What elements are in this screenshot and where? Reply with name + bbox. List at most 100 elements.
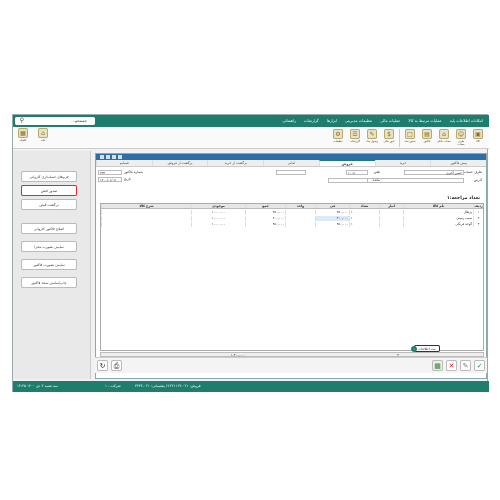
- party-label: طرف حساب: [463, 170, 482, 174]
- status-bar: سه شنبه ۳ دی ۱۴۰۰ ۱۳:۴۵ شرکت : ۱ فروش: ۰…: [13, 381, 489, 392]
- col-header-desc[interactable]: شرح کالا: [101, 204, 191, 208]
- close-icon: ✕: [448, 362, 455, 370]
- print-button[interactable]: ⎙: [111, 360, 122, 371]
- phone-label: تلفن: [373, 170, 380, 174]
- tab-attachments[interactable]: ضمایم: [95, 160, 152, 166]
- document-icon: □: [405, 129, 415, 139]
- close-window-icon[interactable]: [100, 155, 104, 159]
- visit-count: تعداد مراجعه:۱: [446, 196, 480, 201]
- action-bar: ↻ ⎙ ▦ ✕ ✎ ✓: [95, 357, 487, 373]
- user-icon: ☺: [456, 129, 466, 139]
- col-header-total[interactable]: جمع: [245, 204, 285, 208]
- confirm-button[interactable]: ✓: [474, 360, 485, 371]
- cheque-icon: ✎: [367, 129, 377, 139]
- save-icon: ▦: [434, 362, 441, 370]
- col-header-unit[interactable]: واحد: [285, 204, 315, 208]
- menu-item[interactable]: راهنمائی: [282, 115, 296, 127]
- balance-field[interactable]: [328, 178, 368, 183]
- col-header-warehouse[interactable]: انبار: [379, 204, 403, 208]
- calculator-icon: ▦: [18, 128, 28, 138]
- ribbon-item-bank[interactable]: ⌂ حساب بانکی: [437, 129, 451, 147]
- sidebar-item-return-receipt[interactable]: برگشت قبض: [21, 199, 77, 210]
- col-header-row[interactable]: ردیف: [473, 204, 483, 208]
- ribbon-divider: [399, 129, 400, 147]
- invoice-icon: ▤: [422, 129, 432, 139]
- menu-item[interactable]: عملیات مالی: [380, 115, 400, 127]
- search-placeholder: جستجو...: [71, 118, 87, 123]
- status-company: شرکت : ۱: [105, 384, 121, 388]
- ribbon-item-reports[interactable]: ☰ گزارشات: [348, 129, 362, 147]
- tab-proforma[interactable]: پیش فاکتور: [430, 160, 486, 166]
- cancel-button[interactable]: ✕: [446, 360, 457, 371]
- tab-sale[interactable]: فروش: [318, 160, 375, 166]
- report-icon: ☰: [350, 129, 360, 139]
- col-header-price[interactable]: فی: [315, 204, 349, 208]
- status-phone: فروش: ۰۲۱-۶۶۲۲۱۱۶۳ پشتیبانی: ۰۲۱-۳۳۳۴: [135, 384, 201, 388]
- ribbon-item-finance[interactable]: $ امور مالی: [382, 129, 396, 147]
- print-icon: ⎙: [113, 362, 120, 370]
- tab-purchase-return[interactable]: برگشت از خرید: [207, 160, 263, 166]
- refresh-button[interactable]: ↻: [97, 360, 108, 371]
- gear-icon: ⚙: [333, 129, 343, 139]
- col-header-stock[interactable]: موجودی: [191, 204, 245, 208]
- menu-item[interactable]: عملیات مرتبط به کالا: [408, 115, 441, 127]
- check-icon: ✓: [476, 362, 483, 370]
- ribbon-item-invoice[interactable]: ▤ فاکتور: [420, 129, 434, 147]
- ribbon-calc-button[interactable]: ▦ کلمیک: [15, 128, 31, 146]
- balance-label: مانده: [372, 178, 380, 182]
- address-label: آدرس: [473, 178, 482, 182]
- party-field[interactable]: حسن اکبری: [404, 170, 464, 175]
- tab-purchase[interactable]: خرید: [374, 160, 431, 166]
- ribbon-item-voucher[interactable]: □ صدور سند: [403, 129, 417, 147]
- sidebar-item-forms[interactable]: فرم‌های حسابداری کاروانی: [21, 171, 77, 182]
- ribbon-item-product[interactable]: ▣ کالا: [471, 129, 485, 147]
- refresh-icon: ↻: [99, 362, 106, 370]
- status-datetime: سه شنبه ۳ دی ۱۴۰۰ ۱۳:۴۵: [17, 384, 58, 388]
- table-row[interactable]: ۱ پرتقال ۱ ۴۵۰,۰۰۰ ۴۵۰,۰۰۰ ۱۰۰۰۰۰۰۰: [101, 210, 483, 215]
- sidebar: فرم‌های حسابداری کاروانی صدور قبض برگشت …: [13, 151, 91, 379]
- sidebar-item-view-invoice[interactable]: نمایش بصورت فاکتور: [21, 259, 77, 270]
- date-field[interactable]: ۱۴۰۰/۰۱/۰۷: [98, 177, 122, 182]
- ribbon-item-cheque[interactable]: ✎ وصول چک: [365, 129, 379, 147]
- tab-consignment[interactable]: امانی: [263, 160, 319, 166]
- money-icon: $: [384, 129, 394, 139]
- phone-field[interactable]: ۱۰۰۸: [346, 170, 368, 175]
- items-grid: ردیف نام کالا انبار تعداد فی واحد جمع مو…: [100, 203, 484, 351]
- date-label: تاریخ: [124, 177, 131, 181]
- menu-item[interactable]: گزارشات: [304, 115, 319, 127]
- ribbon-home-button[interactable]: ⌂ خانه: [35, 128, 51, 146]
- sidebar-item-view-separate[interactable]: نمایش بصورت مجزا: [21, 241, 77, 252]
- table-row[interactable]: ۲ سیب زمینی ۱ ۴۰۰,۰۰۰ ۴۰۰,۰۰۰ ۱۰۰۰۰۰۰۰: [101, 216, 483, 221]
- box-icon: ▣: [473, 129, 483, 139]
- invoice-header-form: طرف حساب حسن اکبری آدرس تلفن ۱۰۰۸ مانده …: [96, 168, 486, 196]
- search-icon[interactable]: ⚲: [16, 117, 24, 125]
- edit-button[interactable]: ✎: [460, 360, 471, 371]
- ribbon-item-settings[interactable]: ⚙ تنظیمات: [331, 129, 345, 147]
- save-tooltip: i ثبت اطلاعات: [411, 345, 440, 352]
- menu-item[interactable]: امکانات اطلاعات پایه: [450, 115, 483, 127]
- menu-item[interactable]: ابزارها: [327, 115, 337, 127]
- tab-sale-return[interactable]: برگشت از فروش: [151, 160, 208, 166]
- save-button[interactable]: ▦: [432, 360, 443, 371]
- minimize-window-icon[interactable]: [106, 155, 110, 159]
- menu-item[interactable]: تنظیمات مدیریتی: [345, 115, 372, 127]
- grid-header: ردیف نام کالا انبار تعداد فی واحد جمع مو…: [101, 204, 483, 209]
- extra-field[interactable]: [276, 170, 306, 175]
- ribbon-item-party[interactable]: ☺ طرف حساب: [454, 129, 468, 147]
- sidebar-item-issue-receipt[interactable]: صدور قبض: [21, 185, 77, 196]
- top-menu-bar: ⚲ جستجو... امکانات اطلاعات پایه عملیات م…: [13, 115, 489, 127]
- restore-window-icon[interactable]: [118, 155, 122, 159]
- sidebar-item-edit-invoice[interactable]: اصلاح فاکتور کاروانی: [21, 223, 77, 234]
- invoice-number-field[interactable]: ۳۳۳: [98, 170, 122, 175]
- pencil-icon: ✎: [462, 362, 469, 370]
- col-header-name[interactable]: نام کالا: [403, 204, 473, 208]
- info-icon: i: [411, 346, 417, 352]
- app-window: ⚲ جستجو... امکانات اطلاعات پایه عملیات م…: [12, 114, 489, 392]
- col-header-qty[interactable]: تعداد: [349, 204, 379, 208]
- invoice-number-label: شماره فاکتور: [124, 170, 144, 174]
- table-row[interactable]: ۳ گوجه فرنگی ۱ ۴۵۰,۰۰۰ ۴۵۰,۰۰۰ ۱۰۰۰۰۰۰۰: [101, 222, 483, 227]
- main-menu: امکانات اطلاعات پایه عملیات مرتبط به کال…: [282, 115, 483, 127]
- maximize-window-icon[interactable]: [112, 155, 116, 159]
- sidebar-item-print-invoice[interactable]: چاپ/نمایش سجد فاکتور: [21, 277, 77, 288]
- search-input[interactable]: ⚲ جستجو...: [15, 117, 95, 125]
